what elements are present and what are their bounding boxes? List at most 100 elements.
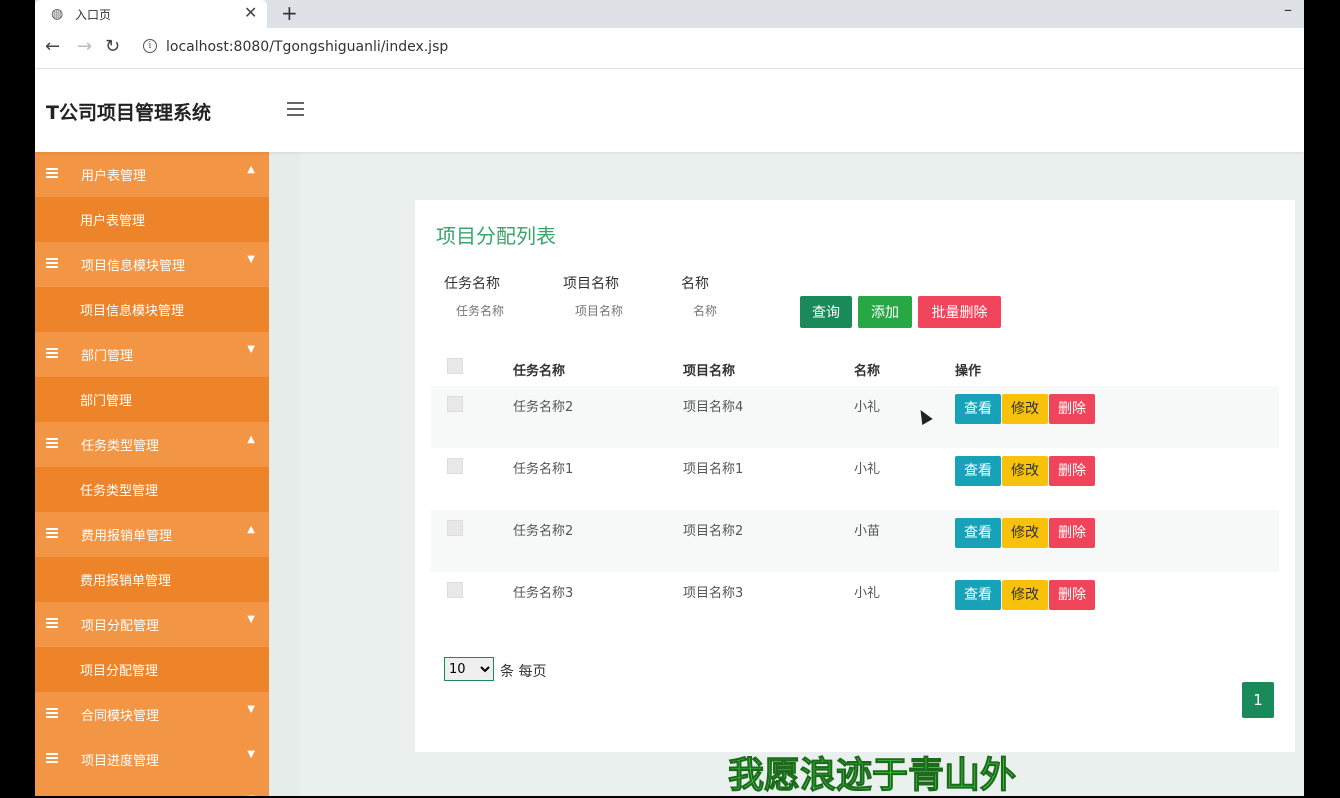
row-actions: 查看 修改 删除 xyxy=(955,456,1096,486)
page-size-select[interactable]: 10 xyxy=(444,657,494,681)
page-button-1[interactable]: 1 xyxy=(1242,682,1274,718)
info-icon[interactable]: i xyxy=(143,39,157,53)
browser-tab[interactable]: ◍ 入口页 ✕ xyxy=(35,0,267,28)
browser-window: ◍ 入口页 ✕ + – ← → ↻ i localhost:8080/Tgong… xyxy=(35,0,1304,796)
view-button[interactable]: 查看 xyxy=(955,518,1001,548)
row-checkbox[interactable] xyxy=(447,582,463,598)
cell-project-name: 项目名称3 xyxy=(683,586,744,601)
sidebar-label: 部门管理 xyxy=(81,349,134,364)
view-button[interactable]: 查看 xyxy=(955,456,1001,486)
sidebar-item-9[interactable]: 费用报销单管理 xyxy=(35,557,269,602)
sidebar-label: 用户表管理 xyxy=(81,169,147,184)
edit-button[interactable]: 修改 xyxy=(1002,518,1048,548)
header-project-name: 项目名称 xyxy=(683,364,736,379)
add-button[interactable]: 添加 xyxy=(858,296,912,328)
video-caption: 我愿浪迹于青山外 xyxy=(727,755,1017,797)
task-name-input[interactable] xyxy=(444,298,564,324)
table-row: 任务名称2 项目名称2 小苗 查看 修改 删除 xyxy=(431,510,1279,572)
header-name: 名称 xyxy=(854,364,881,379)
reload-icon[interactable]: ↻ xyxy=(105,36,120,57)
row-checkbox[interactable] xyxy=(447,458,463,474)
sidebar-item-3[interactable]: 项目信息模块管理 xyxy=(35,287,269,332)
sidebar-group-4[interactable]: 部门管理 ▼ xyxy=(35,332,269,377)
sidebar-label: 费用报销单管理 xyxy=(81,529,173,544)
sidebar-group-12[interactable]: 合同模块管理 ▼ xyxy=(35,692,269,737)
content-area: 项目分配列表 任务名称 项目名称 名称 查询 添加 批量删除 任务名称 项目名称… xyxy=(269,152,1304,796)
menu-grid-icon xyxy=(46,168,58,179)
cell-name: 小礼 xyxy=(854,400,881,415)
sidebar: 用户表管理 ▲ 用户表管理 项目信息模块管理 ▼ 项目信息模块管理 部门管理 ▼ 部门管理 任务类… xyxy=(35,152,269,796)
sidebar-label: 用户表管理 xyxy=(80,214,146,229)
view-button[interactable]: 查看 xyxy=(955,580,1001,610)
sidebar-group-8[interactable]: 费用报销单管理 ▲ xyxy=(35,512,269,557)
forward-icon[interactable]: → xyxy=(77,36,92,57)
caret-icon: ▼ xyxy=(247,749,255,760)
view-button[interactable]: 查看 xyxy=(955,394,1001,424)
list-card: 项目分配列表 任务名称 项目名称 名称 查询 添加 批量删除 任务名称 项目名称… xyxy=(415,200,1295,752)
url-text[interactable]: localhost:8080/Tgongshiguanli/index.jsp xyxy=(166,39,448,55)
cell-task-name: 任务名称2 xyxy=(513,524,574,539)
name-input[interactable] xyxy=(681,298,801,324)
menu-grid-icon xyxy=(46,618,58,629)
cell-name: 小苗 xyxy=(854,524,881,539)
sidebar-item-7[interactable]: 任务类型管理 xyxy=(35,467,269,512)
caret-icon: ▲ xyxy=(247,434,255,445)
sidebar-group-10[interactable]: 项目分配管理 ▼ xyxy=(35,602,269,647)
delete-button[interactable]: 删除 xyxy=(1049,518,1095,548)
sidebar-label: 任务类型管理 xyxy=(80,484,159,499)
row-actions: 查看 修改 删除 xyxy=(955,580,1096,610)
app-header: T公司项目管理系统 xyxy=(35,69,1304,152)
cell-project-name: 项目名称4 xyxy=(683,400,744,415)
address-bar: ← → ↻ i localhost:8080/Tgongshiguanli/in… xyxy=(35,28,1304,69)
menu-grid-icon xyxy=(46,348,58,359)
sidebar-group-13[interactable]: 项目进度管理 ▼ xyxy=(35,737,269,782)
row-checkbox[interactable] xyxy=(447,396,463,412)
menu-grid-icon xyxy=(46,708,58,719)
menu-grid-icon xyxy=(46,438,58,449)
edit-button[interactable]: 修改 xyxy=(1002,394,1048,424)
header-task-name: 任务名称 xyxy=(513,364,566,379)
caret-icon: ▼ xyxy=(247,704,255,715)
new-tab-button[interactable]: + xyxy=(281,1,298,25)
delete-button[interactable]: 删除 xyxy=(1049,456,1095,486)
table-row: 任务名称1 项目名称1 小礼 查看 修改 删除 xyxy=(431,448,1279,510)
caret-icon: ▼ xyxy=(247,614,255,625)
caret-icon: ▲ xyxy=(247,164,255,175)
batch-delete-button[interactable]: 批量删除 xyxy=(918,296,1001,328)
edit-button[interactable]: 修改 xyxy=(1002,456,1048,486)
name-label: 名称 xyxy=(681,276,709,292)
sidebar-group-0[interactable]: 用户表管理 ▲ xyxy=(35,152,269,197)
cell-name: 小礼 xyxy=(854,586,881,601)
menu-toggle-icon[interactable] xyxy=(287,102,304,120)
minimize-button[interactable]: – xyxy=(1284,0,1292,19)
search-button[interactable]: 查询 xyxy=(800,296,852,328)
row-checkbox[interactable] xyxy=(447,520,463,536)
sidebar-group-2[interactable]: 项目信息模块管理 ▼ xyxy=(35,242,269,287)
row-actions: 查看 修改 删除 xyxy=(955,394,1096,424)
delete-button[interactable]: 删除 xyxy=(1049,394,1095,424)
sidebar-item-5[interactable]: 部门管理 xyxy=(35,377,269,422)
sidebar-item-11[interactable]: 项目分配管理 xyxy=(35,647,269,692)
back-icon[interactable]: ← xyxy=(45,36,60,57)
task-name-label: 任务名称 xyxy=(444,276,500,292)
project-name-input[interactable] xyxy=(563,298,683,324)
select-all-checkbox[interactable] xyxy=(447,358,463,374)
sidebar-label: 项目信息模块管理 xyxy=(81,259,186,274)
sidebar-item-1[interactable]: 用户表管理 xyxy=(35,197,269,242)
page-title: 项目分配列表 xyxy=(436,224,556,248)
sidebar-label: 任务类型管理 xyxy=(81,439,160,454)
sidebar-group-14[interactable]: 客户模块管理▼ xyxy=(35,782,269,796)
cell-name: 小礼 xyxy=(854,462,881,477)
data-table: 任务名称 项目名称 名称 操作 任务名称2 项目名称4 小礼 查看 修改 删除 任务名称1 项… xyxy=(431,348,1279,634)
sidebar-label: 费用报销单管理 xyxy=(80,574,172,589)
table-header: 任务名称 项目名称 名称 操作 xyxy=(431,348,1279,386)
sidebar-group-6[interactable]: 任务类型管理 ▲ xyxy=(35,422,269,467)
sidebar-label: 项目进度管理 xyxy=(81,754,160,769)
project-name-label: 项目名称 xyxy=(563,276,619,292)
close-icon[interactable]: ✕ xyxy=(244,3,257,22)
table-row: 任务名称3 项目名称3 小礼 查看 修改 删除 xyxy=(431,572,1279,634)
delete-button[interactable]: 删除 xyxy=(1049,580,1095,610)
table-row: 任务名称2 项目名称4 小礼 查看 修改 删除 xyxy=(431,386,1279,448)
edit-button[interactable]: 修改 xyxy=(1002,580,1048,610)
sidebar-label: 部门管理 xyxy=(80,394,133,409)
